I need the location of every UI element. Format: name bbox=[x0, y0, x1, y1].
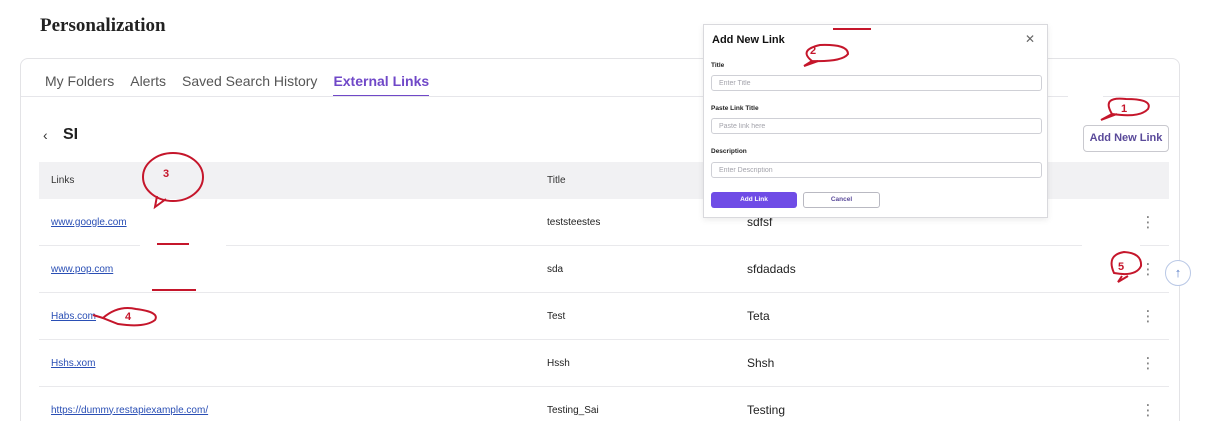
callout-3: 3 bbox=[142, 152, 204, 210]
callout-number: 3 bbox=[163, 168, 169, 180]
callout-number: 2 bbox=[810, 45, 816, 57]
callout-2: 2 bbox=[803, 43, 850, 67]
callout-number: 1 bbox=[1121, 103, 1127, 115]
annotation-overlay: 1 2 3 4 5 bbox=[92, 43, 1150, 327]
callout-number: 5 bbox=[1118, 261, 1124, 273]
callout-4: 4 bbox=[92, 307, 157, 327]
callout-5: 5 bbox=[1110, 250, 1143, 283]
callout-number: 4 bbox=[125, 311, 132, 323]
callout-1: 1 bbox=[1100, 97, 1150, 121]
